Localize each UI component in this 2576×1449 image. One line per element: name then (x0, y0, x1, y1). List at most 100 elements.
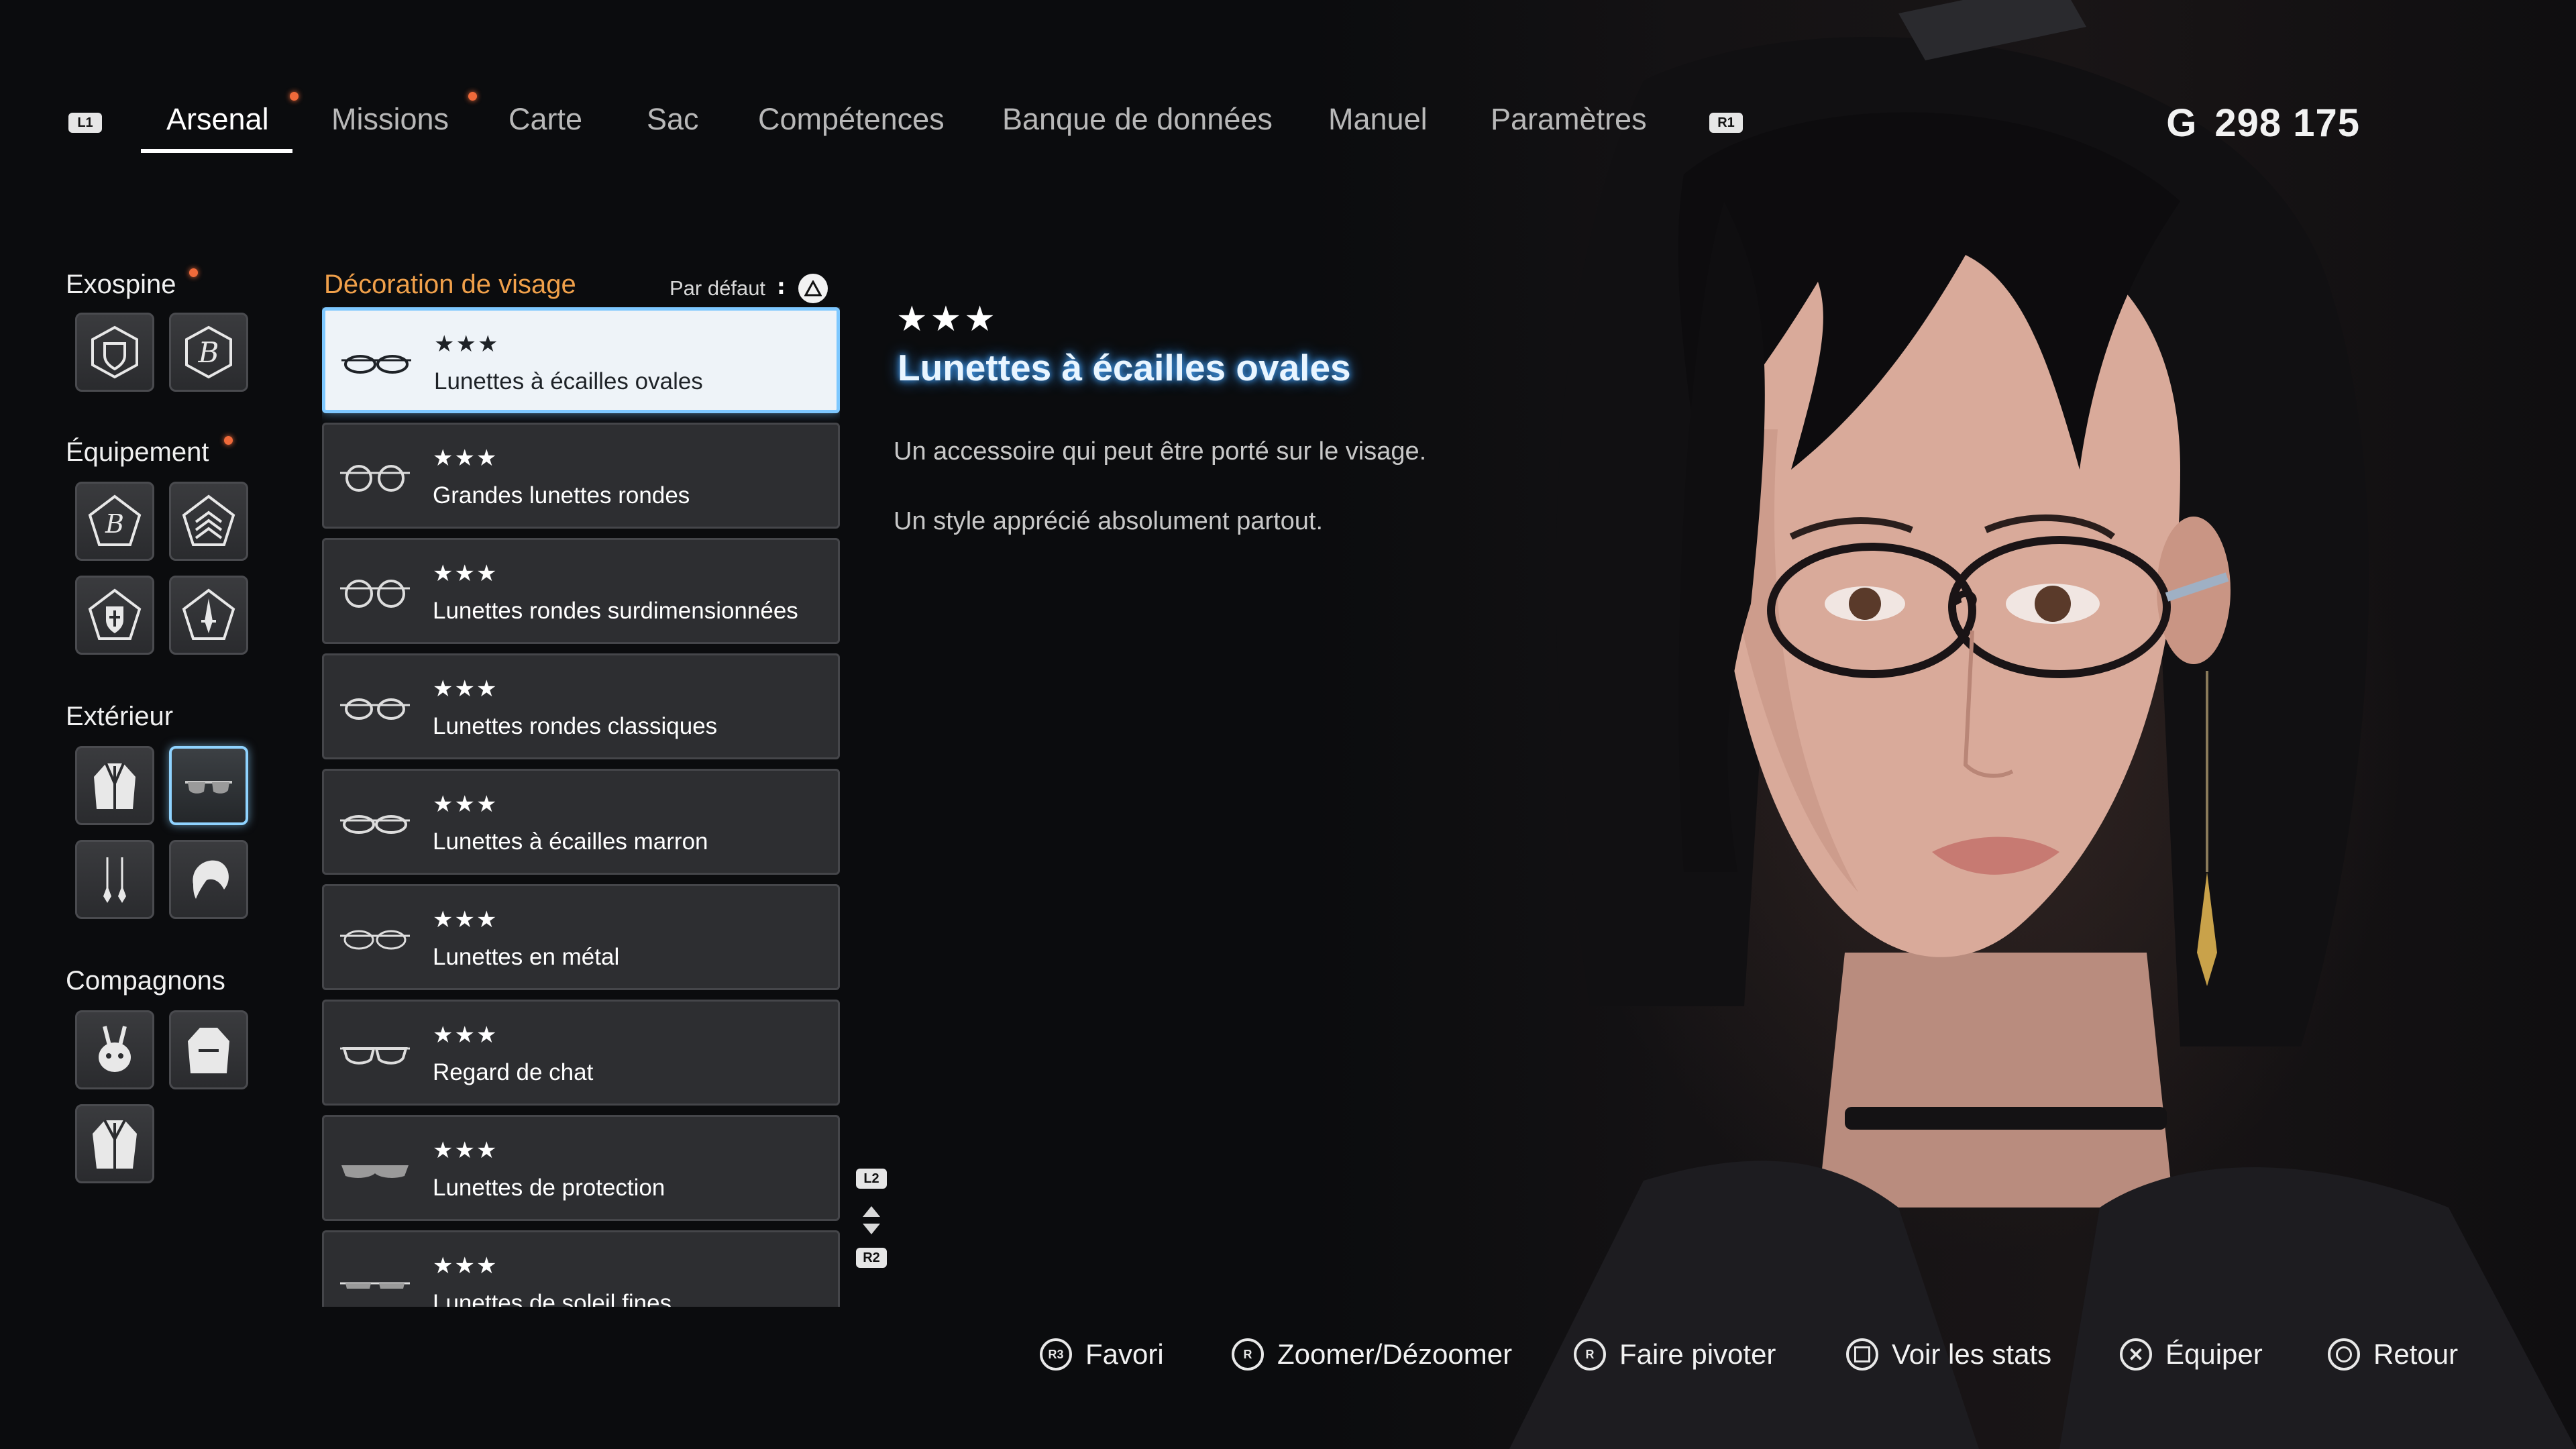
notification-dot (290, 92, 299, 101)
square-button-icon (1846, 1338, 1878, 1371)
tab-arsenal[interactable]: Arsenal (166, 102, 269, 137)
list-item[interactable]: ★★★ Lunettes à écailles ovales (322, 307, 840, 413)
r3-button-icon: R3 (1040, 1338, 1072, 1371)
right-stick-rotate-icon: R (1574, 1338, 1606, 1371)
detail-description: Un accessoire qui peut être porté sur le… (894, 437, 1427, 466)
character-preview[interactable] (1308, 0, 2576, 1449)
gear-chevrons-icon[interactable] (169, 482, 248, 561)
back-prompt[interactable]: Retour (2328, 1335, 2458, 1374)
circle-button-icon (2328, 1338, 2360, 1371)
exospine-shield-icon[interactable] (75, 313, 154, 392)
list-header: Décoration de visage (324, 270, 576, 299)
list-item[interactable]: ★★★ Grandes lunettes rondes (322, 423, 840, 529)
prompt-label: Faire pivoter (1619, 1338, 1776, 1370)
drone-bunny-icon[interactable] (75, 1010, 154, 1089)
sort-label: Par défaut (669, 276, 766, 300)
right-stick-icon: R (1232, 1338, 1264, 1371)
item-rarity-stars: ★★★ (434, 331, 500, 358)
view-stats-prompt[interactable]: Voir les stats (1846, 1335, 2051, 1374)
prompt-label: Voir les stats (1892, 1338, 2052, 1370)
notification-dot (189, 268, 198, 277)
list-item[interactable]: ★★★ Lunettes rondes surdimensionnées (322, 538, 840, 644)
prompt-label: Équiper (2165, 1338, 2263, 1370)
notification-dot (468, 92, 477, 101)
category-title-exospine: Exospine (66, 270, 176, 299)
item-rarity-stars: ★★★ (433, 676, 498, 702)
currency-value: 298 175 (2214, 101, 2360, 145)
oval-glasses-icon (340, 815, 410, 834)
tab-sac[interactable]: Sac (647, 102, 699, 137)
hairstyle-icon[interactable] (169, 840, 248, 919)
item-list[interactable]: ★★★ Lunettes à écailles ovales ★★★ Grand… (322, 307, 840, 1307)
prompt-label: Favori (1085, 1338, 1164, 1370)
notification-dot (224, 436, 233, 445)
thin-sunglasses-icon (340, 1282, 410, 1289)
item-rarity-stars: ★★★ (433, 445, 498, 472)
sunglasses-icon[interactable] (169, 746, 248, 825)
round-glasses-icon (340, 465, 410, 492)
item-name: Grandes lunettes rondes (433, 482, 690, 508)
protective-glasses-icon (341, 1165, 409, 1178)
list-item[interactable]: ★★★ Lunettes à écailles marron (322, 769, 840, 875)
tab-manuel[interactable]: Manuel (1328, 102, 1428, 137)
item-name: Lunettes de soleil fines (433, 1290, 672, 1307)
category-title-exterieur: Extérieur (66, 702, 174, 731)
tab-banque-de-donnees[interactable]: Banque de données (1002, 102, 1273, 137)
item-name: Lunettes rondes surdimensionnées (433, 598, 798, 624)
cross-button-icon: ✕ (2120, 1338, 2152, 1371)
list-item[interactable]: ★★★ Lunettes rondes classiques (322, 653, 840, 759)
l2-button[interactable]: L2 (856, 1169, 887, 1189)
item-name: Lunettes à écailles marron (433, 828, 708, 855)
item-name: Lunettes à écailles ovales (434, 368, 703, 394)
companion-jacket-icon[interactable] (169, 1010, 248, 1089)
item-name: Lunettes de protection (433, 1175, 665, 1201)
list-item[interactable]: ★★★ Regard de chat (322, 1000, 840, 1106)
currency-symbol: G (2166, 101, 2198, 145)
rotate-prompt[interactable]: R Faire pivoter (1574, 1335, 1776, 1374)
r2-button[interactable]: R2 (856, 1248, 887, 1268)
detail-rarity-stars: ★★★ (896, 299, 998, 339)
round-glasses-icon (340, 580, 410, 608)
tab-missions[interactable]: Missions (331, 102, 449, 137)
tab-competences[interactable]: Compétences (758, 102, 945, 137)
detail-title: Lunettes à écailles ovales (898, 347, 1351, 388)
favorite-prompt[interactable]: R3 Favori (1040, 1335, 1164, 1374)
tab-parametres[interactable]: Paramètres (1491, 102, 1647, 137)
outfit-jacket-icon[interactable] (75, 746, 154, 825)
item-rarity-stars: ★★★ (433, 906, 498, 933)
top-navigation: L1 Arsenal Missions Carte Sac Compétence… (0, 92, 2576, 168)
detail-description: Un style apprécié absolument partout. (894, 507, 1324, 535)
equip-prompt[interactable]: ✕ Équiper (2120, 1335, 2263, 1374)
list-item[interactable]: ★★★ Lunettes de protection (322, 1115, 840, 1221)
item-name: Lunettes rondes classiques (433, 713, 718, 739)
tab-carte[interactable]: Carte (508, 102, 582, 137)
svg-text:B: B (105, 509, 124, 539)
character-illustration (1509, 0, 2576, 1449)
category-title-compagnons: Compagnons (66, 966, 225, 996)
svg-text:B: B (198, 336, 219, 369)
r1-button[interactable]: R1 (1709, 113, 1743, 133)
l1-button[interactable]: L1 (68, 113, 102, 133)
list-item[interactable]: ★★★ Lunettes de soleil fines (322, 1230, 840, 1307)
exospine-b-icon[interactable]: B (169, 313, 248, 392)
category-title-equipement: Équipement (66, 437, 209, 467)
item-rarity-stars: ★★★ (433, 791, 498, 818)
item-rarity-stars: ★★★ (433, 560, 498, 587)
scroll-arrows-icon (863, 1206, 880, 1234)
item-rarity-stars: ★★★ (433, 1022, 498, 1049)
companion-coat-icon[interactable] (75, 1104, 154, 1183)
currency-display: G 298 175 (2166, 101, 2360, 146)
gear-dagger-icon[interactable] (169, 576, 248, 655)
item-name: Lunettes en métal (433, 944, 620, 970)
item-rarity-stars: ★★★ (433, 1252, 498, 1279)
metal-glasses-icon (340, 930, 410, 950)
gear-b-pentagon-icon[interactable]: B (75, 482, 154, 561)
zoom-prompt[interactable]: R Zoomer/Dézoomer (1232, 1335, 1512, 1374)
round-glasses-icon (340, 698, 410, 720)
active-tab-underline (141, 149, 292, 153)
list-item[interactable]: ★★★ Lunettes en métal (322, 884, 840, 990)
earrings-icon[interactable] (75, 840, 154, 919)
triangle-button-icon[interactable] (798, 274, 828, 303)
oval-glasses-icon (341, 355, 411, 374)
gear-shield-cross-icon[interactable] (75, 576, 154, 655)
